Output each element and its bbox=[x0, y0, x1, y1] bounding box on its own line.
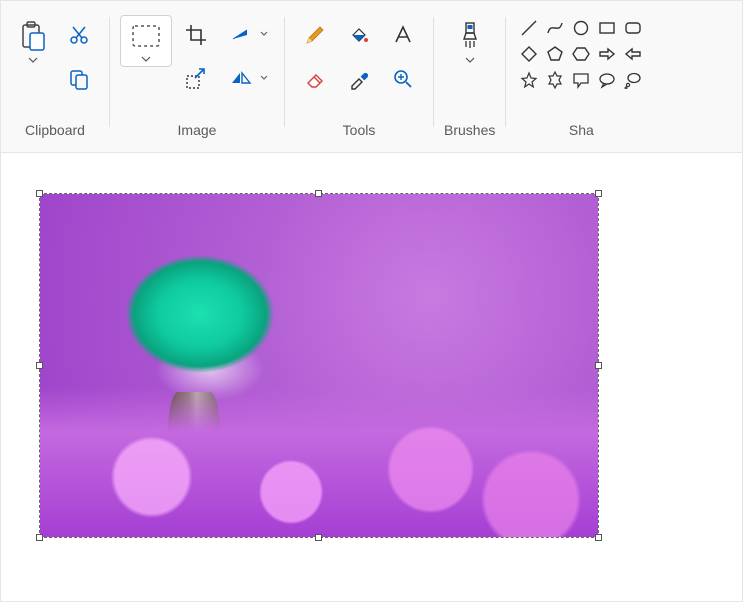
resize-handle-top-mid[interactable] bbox=[315, 190, 322, 197]
resize-handle-mid-left[interactable] bbox=[36, 362, 43, 369]
shape-star-6[interactable] bbox=[542, 67, 568, 93]
eraser-icon bbox=[304, 68, 326, 90]
resize-button[interactable] bbox=[176, 59, 216, 99]
rotate-button[interactable] bbox=[220, 15, 274, 55]
shape-line[interactable] bbox=[516, 15, 542, 41]
resize-handle-bottom-left[interactable] bbox=[36, 534, 43, 541]
cut-button[interactable] bbox=[59, 15, 99, 55]
shape-diamond[interactable] bbox=[516, 41, 542, 67]
select-icon bbox=[131, 24, 161, 50]
chevron-down-icon bbox=[465, 57, 475, 63]
resize-handle-bottom-right[interactable] bbox=[595, 534, 602, 541]
group-shapes: Sha bbox=[506, 9, 646, 152]
group-image: Image bbox=[110, 9, 284, 152]
flip-icon bbox=[230, 69, 252, 89]
resize-handle-bottom-mid[interactable] bbox=[315, 534, 322, 541]
copy-button[interactable] bbox=[59, 59, 99, 99]
scissors-icon bbox=[68, 24, 90, 46]
resize-handle-top-left[interactable] bbox=[36, 190, 43, 197]
pencil-tool[interactable] bbox=[295, 15, 335, 55]
canvas-area[interactable] bbox=[1, 153, 742, 601]
chevron-down-icon bbox=[28, 57, 38, 63]
color-picker-tool[interactable] bbox=[339, 59, 379, 99]
flip-button[interactable] bbox=[220, 59, 274, 99]
brush-icon bbox=[458, 21, 482, 51]
shape-pentagon[interactable] bbox=[542, 41, 568, 67]
resize-handle-top-right[interactable] bbox=[595, 190, 602, 197]
eraser-tool[interactable] bbox=[295, 59, 335, 99]
shape-star-5[interactable] bbox=[516, 67, 542, 93]
group-clipboard: Clipboard bbox=[1, 9, 109, 152]
canvas-selection[interactable] bbox=[39, 193, 599, 538]
shape-arrow-left[interactable] bbox=[620, 41, 646, 67]
group-label-brushes: Brushes bbox=[444, 122, 495, 152]
copy-icon bbox=[68, 68, 90, 90]
chevron-down-icon bbox=[260, 75, 268, 80]
fill-tool[interactable] bbox=[339, 15, 379, 55]
ribbon: Clipboard bbox=[1, 1, 742, 153]
shape-rectangle[interactable] bbox=[594, 15, 620, 41]
shape-rounded-rect[interactable] bbox=[620, 15, 646, 41]
shape-curve[interactable] bbox=[542, 15, 568, 41]
chevron-down-icon bbox=[260, 31, 268, 36]
magnifier-icon bbox=[392, 68, 414, 90]
crop-button[interactable] bbox=[176, 15, 216, 55]
group-tools: Tools bbox=[285, 9, 433, 152]
pencil-icon bbox=[304, 24, 326, 46]
group-label-shapes: Sha bbox=[569, 122, 594, 152]
rotate-icon bbox=[230, 25, 252, 45]
chevron-down-icon bbox=[141, 56, 151, 62]
crop-icon bbox=[185, 24, 207, 46]
fill-icon bbox=[348, 24, 370, 46]
text-tool[interactable] bbox=[383, 15, 423, 55]
shape-arrow-right[interactable] bbox=[594, 41, 620, 67]
group-label-clipboard: Clipboard bbox=[25, 122, 85, 152]
eyedropper-icon bbox=[348, 68, 370, 90]
text-icon bbox=[392, 24, 414, 46]
shape-speech-rect[interactable] bbox=[568, 67, 594, 93]
group-label-image: Image bbox=[178, 122, 217, 152]
resize-handle-mid-right[interactable] bbox=[595, 362, 602, 369]
group-label-tools: Tools bbox=[343, 122, 376, 152]
canvas-image[interactable] bbox=[40, 194, 598, 537]
shape-speech-oval[interactable] bbox=[594, 67, 620, 93]
shape-hexagon[interactable] bbox=[568, 41, 594, 67]
magnifier-tool[interactable] bbox=[383, 59, 423, 99]
group-brushes: Brushes bbox=[434, 9, 505, 152]
shape-circle[interactable] bbox=[568, 15, 594, 41]
brushes-button[interactable] bbox=[448, 15, 492, 69]
resize-icon bbox=[185, 68, 207, 90]
select-button[interactable] bbox=[120, 15, 172, 67]
canvas-image bbox=[40, 387, 598, 537]
shape-thought[interactable] bbox=[620, 67, 646, 93]
paste-button[interactable] bbox=[11, 15, 55, 69]
shapes-gallery[interactable] bbox=[516, 9, 646, 93]
clipboard-icon bbox=[19, 21, 47, 51]
